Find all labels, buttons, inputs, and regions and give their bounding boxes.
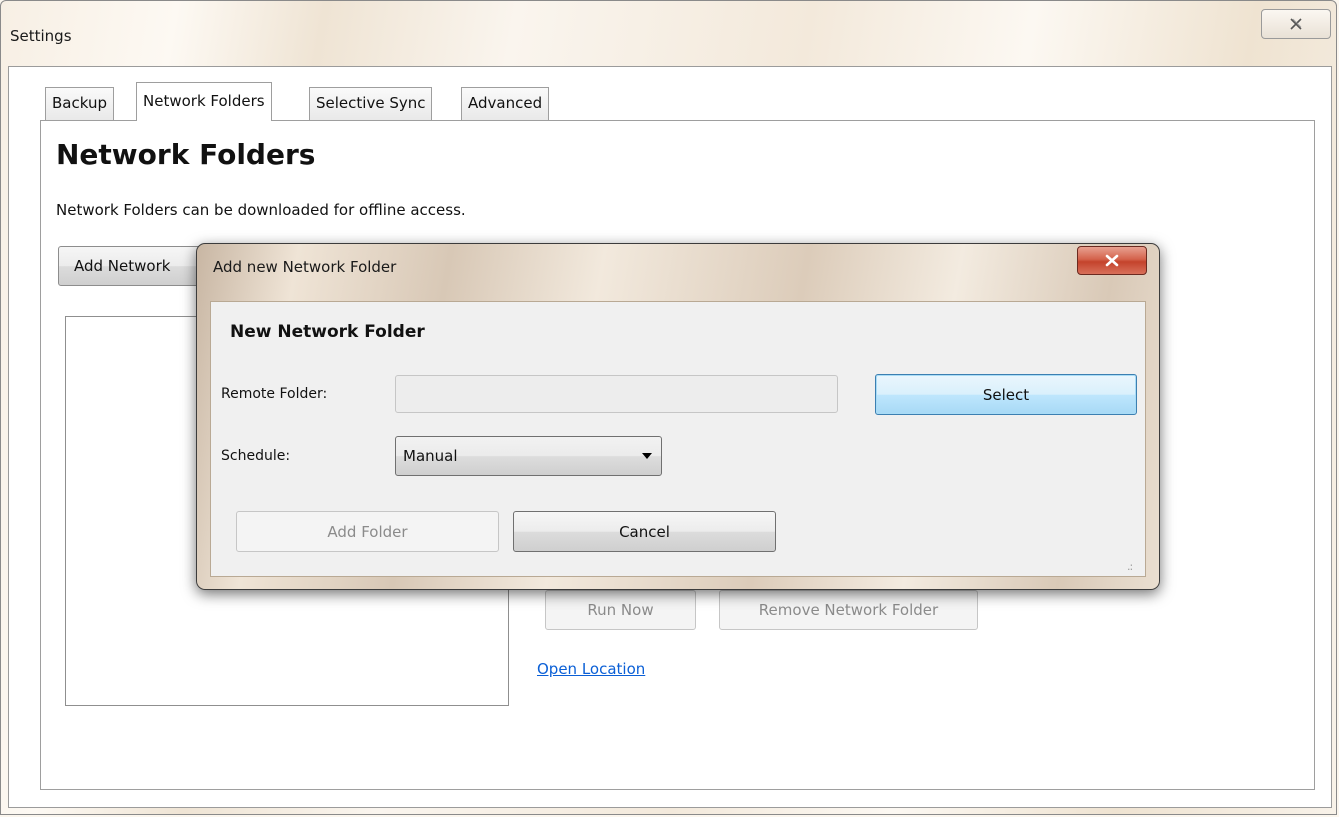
open-location-link[interactable]: Open Location <box>537 660 645 678</box>
remove-network-folder-button[interactable]: Remove Network Folder <box>719 590 978 630</box>
dialog-title: Add new Network Folder <box>213 258 397 276</box>
resize-grip-icon[interactable]: .: <box>1127 560 1133 573</box>
select-folder-button[interactable]: Select <box>875 374 1137 415</box>
close-icon <box>1105 254 1119 267</box>
button-label: Run Now <box>587 601 654 619</box>
window-close-button[interactable] <box>1261 9 1331 39</box>
run-now-button[interactable]: Run Now <box>545 590 696 630</box>
tab-advanced[interactable]: Advanced <box>461 87 550 120</box>
dialog-close-button[interactable] <box>1077 246 1147 275</box>
page-description: Network Folders can be downloaded for of… <box>56 201 466 219</box>
schedule-dropdown[interactable]: Manual <box>395 436 662 476</box>
page-title: Network Folders <box>56 138 316 171</box>
tab-backup[interactable]: Backup <box>45 87 114 120</box>
cancel-button[interactable]: Cancel <box>513 511 776 552</box>
button-label: Add Network <box>74 257 171 275</box>
button-label: Add Folder <box>327 522 408 541</box>
schedule-selected-value: Manual <box>403 447 458 465</box>
window-title: Settings <box>10 27 72 45</box>
tab-label: Backup <box>52 94 107 112</box>
close-icon <box>1290 18 1302 30</box>
chevron-down-icon <box>642 453 652 459</box>
remote-folder-label: Remote Folder: <box>221 386 328 402</box>
dialog-heading: New Network Folder <box>230 322 425 342</box>
schedule-label: Schedule: <box>221 448 291 464</box>
tab-label: Network Folders <box>143 92 265 110</box>
tab-network-folders[interactable]: Network Folders <box>136 82 272 121</box>
button-label: Select <box>982 385 1030 404</box>
tab-selective-sync[interactable]: Selective Sync <box>309 87 433 120</box>
tab-label: Advanced <box>468 94 543 112</box>
remote-folder-field[interactable] <box>395 375 838 413</box>
add-folder-button[interactable]: Add Folder <box>236 511 499 552</box>
button-label: Remove Network Folder <box>758 601 939 619</box>
button-label: Cancel <box>619 522 670 541</box>
tab-label: Selective Sync <box>316 94 426 112</box>
